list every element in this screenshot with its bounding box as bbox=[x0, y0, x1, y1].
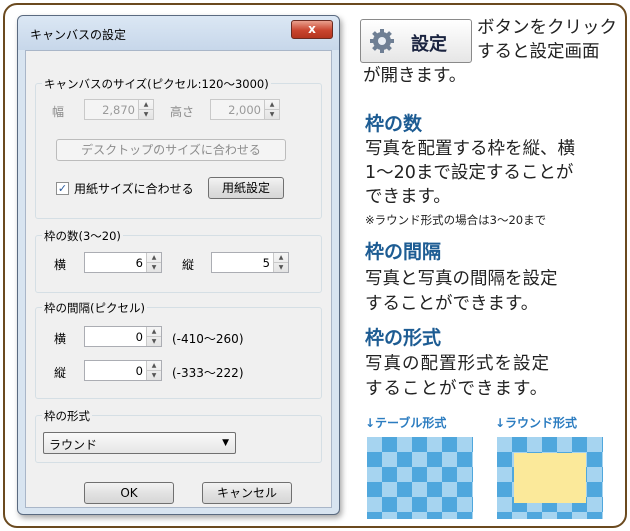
paper-settings-button[interactable]: 用紙設定 bbox=[208, 177, 284, 199]
spin-down-icon[interactable]: ▼ bbox=[265, 109, 279, 118]
settings-button-label: 設定 bbox=[411, 34, 447, 55]
checkmark-icon: ✓ bbox=[57, 182, 68, 195]
spin-up-icon[interactable]: ▲ bbox=[139, 100, 153, 109]
spacing-heading: 枠の間隔 bbox=[365, 241, 442, 263]
table-caption: ↓テーブル形式 bbox=[365, 416, 447, 430]
frame-count-label: 枠の数(3〜20) bbox=[42, 228, 123, 244]
style-line1: 写真の配置形式を設定 bbox=[365, 354, 550, 374]
intro-line3: が開きます。 bbox=[363, 66, 467, 86]
spin-up-icon[interactable]: ▲ bbox=[147, 361, 161, 370]
round-pattern-sample bbox=[497, 437, 603, 519]
table-pattern-sample bbox=[367, 437, 473, 519]
count-vertical-label: 縦 bbox=[182, 258, 195, 272]
dialog-body: キャンバスのサイズ(ピクセル:120〜3000) 幅 2,870 ▲ ▼ 高さ 2… bbox=[25, 50, 332, 508]
frame-style-label: 枠の形式 bbox=[42, 408, 92, 424]
intro-line2: すると設定画面 bbox=[477, 42, 600, 62]
spin-down-icon[interactable]: ▼ bbox=[147, 336, 161, 345]
count-horizontal-spinner[interactable]: 6 ▲ ▼ bbox=[84, 252, 162, 273]
spin-down-icon[interactable]: ▼ bbox=[274, 262, 288, 271]
spacing-line1: 写真と写真の間隔を設定 bbox=[365, 269, 558, 289]
count-heading: 枠の数 bbox=[365, 113, 423, 135]
canvas-size-label: キャンバスのサイズ(ピクセル:120〜3000) bbox=[42, 76, 271, 92]
intro-line1: ボタンをクリック bbox=[477, 18, 617, 38]
fit-desktop-button[interactable]: デスクトップのサイズに合わせる bbox=[56, 139, 286, 161]
spacing-horizontal-spinner[interactable]: 0 ▲ ▼ bbox=[84, 326, 162, 347]
spacing-horizontal-label: 横 bbox=[54, 332, 67, 346]
width-label: 幅 bbox=[52, 105, 65, 119]
count-line1: 写真を配置する枠を縦、横 bbox=[365, 139, 575, 159]
fit-paper-checkbox[interactable]: ✓ bbox=[56, 182, 69, 195]
spin-down-icon[interactable]: ▼ bbox=[139, 109, 153, 118]
spin-down-icon[interactable]: ▼ bbox=[147, 262, 161, 271]
frame-spacing-group: 枠の間隔(ピクセル) 横 0 ▲ ▼ (-410〜260) 縦 0 ▲ ▼ (-33… bbox=[35, 300, 322, 399]
frame-style-group: 枠の形式 ラウンド ▼ bbox=[35, 408, 322, 463]
width-spinner[interactable]: 2,870 ▲ ▼ bbox=[84, 99, 154, 120]
ok-button[interactable]: OK bbox=[84, 482, 174, 504]
spin-up-icon[interactable]: ▲ bbox=[147, 327, 161, 336]
count-line2: 1〜20まで設定することが bbox=[365, 163, 574, 183]
count-note: ※ラウンド形式の場合は3〜20まで bbox=[365, 213, 547, 227]
frame-spacing-label: 枠の間隔(ピクセル) bbox=[42, 300, 147, 316]
height-spinner[interactable]: 2,000 ▲ ▼ bbox=[210, 99, 280, 120]
close-button[interactable]: x bbox=[291, 20, 333, 39]
gear-icon bbox=[370, 29, 394, 53]
spin-up-icon[interactable]: ▲ bbox=[274, 253, 288, 262]
count-horizontal-value: 6 bbox=[135, 256, 143, 270]
dialog-titlebar: キャンバスの設定 x bbox=[18, 16, 339, 50]
settings-button-sample: 設定 bbox=[360, 19, 472, 63]
guide-frame: キャンバスの設定 x キャンバスのサイズ(ピクセル:120〜3000) 幅 2,… bbox=[3, 3, 627, 528]
dialog-title: キャンバスの設定 bbox=[30, 28, 127, 42]
spacing-horizontal-value: 0 bbox=[135, 330, 143, 344]
round-caption: ↓ラウンド形式 bbox=[495, 416, 578, 430]
count-vertical-spinner[interactable]: 5 ▲ ▼ bbox=[211, 252, 289, 273]
spacing-vertical-value: 0 bbox=[135, 364, 143, 378]
count-vertical-value: 5 bbox=[262, 256, 270, 270]
canvas-settings-dialog: キャンバスの設定 x キャンバスのサイズ(ピクセル:120〜3000) 幅 2,… bbox=[17, 15, 340, 515]
canvas-size-group: キャンバスのサイズ(ピクセル:120〜3000) 幅 2,870 ▲ ▼ 高さ 2… bbox=[35, 76, 322, 219]
spacing-horizontal-range: (-410〜260) bbox=[172, 332, 244, 346]
frame-count-group: 枠の数(3〜20) 横 6 ▲ ▼ 縦 5 ▲ ▼ bbox=[35, 228, 322, 293]
fit-paper-label[interactable]: 用紙サイズに合わせる bbox=[74, 180, 194, 197]
width-value: 2,870 bbox=[102, 103, 135, 117]
frame-style-value: ラウンド bbox=[49, 438, 98, 452]
height-value: 2,000 bbox=[228, 103, 261, 117]
spin-up-icon[interactable]: ▲ bbox=[265, 100, 279, 109]
close-icon: x bbox=[308, 22, 316, 36]
style-line2: することができます。 bbox=[365, 379, 549, 399]
spin-up-icon[interactable]: ▲ bbox=[147, 253, 161, 262]
count-line3: できます。 bbox=[365, 187, 451, 207]
dropdown-arrow-icon: ▼ bbox=[222, 438, 229, 448]
spin-down-icon[interactable]: ▼ bbox=[147, 370, 161, 379]
spacing-line2: することができます。 bbox=[365, 294, 539, 314]
spacing-vertical-label: 縦 bbox=[54, 366, 67, 380]
round-center-area bbox=[514, 453, 586, 503]
style-heading: 枠の形式 bbox=[365, 327, 442, 349]
spacing-vertical-range: (-333〜222) bbox=[172, 366, 244, 380]
spacing-vertical-spinner[interactable]: 0 ▲ ▼ bbox=[84, 360, 162, 381]
count-horizontal-label: 横 bbox=[54, 258, 67, 272]
height-label: 高さ bbox=[170, 105, 195, 119]
frame-style-select[interactable]: ラウンド ▼ bbox=[43, 432, 236, 454]
cancel-button[interactable]: キャンセル bbox=[202, 482, 292, 504]
